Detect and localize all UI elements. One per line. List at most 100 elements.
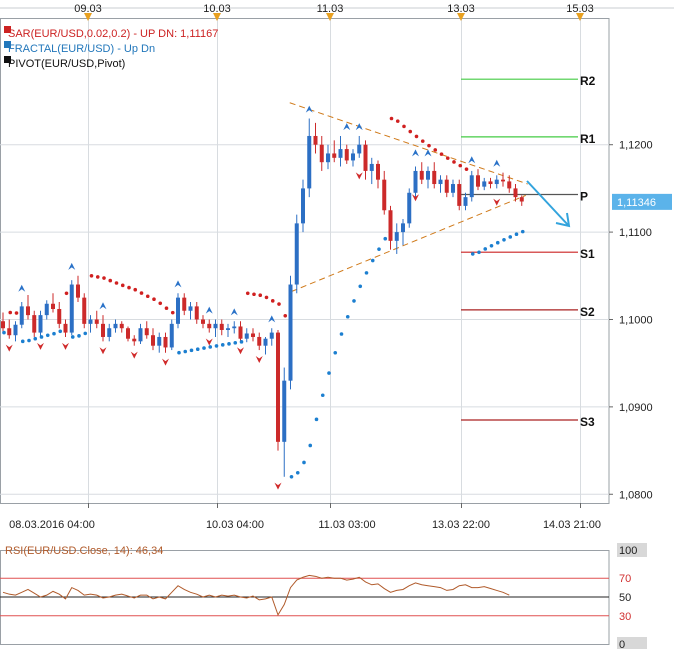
sar-dot	[64, 291, 69, 296]
sar-dot	[514, 232, 519, 237]
legend-entry: FRACTAL(EUR/USD) - Up Dn	[8, 43, 155, 55]
sar-dot	[227, 342, 231, 346]
sar-dot	[233, 341, 238, 345]
price-chart: R2 R1 P S1 S2 S3 1,0800 1,0900 1,1000 1,1100 1,12…	[0, 0, 674, 649]
candle-body	[494, 179, 499, 185]
sar-dot	[445, 156, 450, 160]
candle-body	[344, 149, 349, 161]
sar-dot	[452, 160, 456, 164]
sar-dot	[102, 276, 106, 280]
candle-body	[438, 179, 443, 185]
bottom-date-label: 14.03 21:00	[543, 519, 601, 531]
sar-dot	[483, 247, 488, 251]
sar-dot	[470, 252, 475, 256]
sar-dot	[314, 417, 319, 422]
candle-body	[57, 309, 62, 324]
bottom-date-label: 13.03 22:00	[432, 519, 490, 531]
candle-body	[501, 179, 505, 182]
sar-dot	[364, 271, 369, 275]
sar-dot	[402, 124, 406, 129]
candle-body	[488, 181, 493, 185]
candle-body	[226, 328, 230, 330]
candle-body	[169, 323, 174, 348]
sar-dot	[2, 330, 6, 335]
candle-body	[426, 170, 430, 180]
candle-body	[113, 323, 118, 329]
candle-body	[238, 326, 243, 339]
candle-body	[7, 328, 12, 336]
sar-dot	[258, 293, 263, 298]
sar-dot	[489, 243, 494, 248]
candle-body	[251, 333, 255, 337]
legend-entry: PIVOT(EUR/USD,Pivot)	[8, 58, 125, 70]
candle-body	[257, 336, 262, 346]
rsi-title: RSI(EUR/USD.Close, 14): 46,34	[5, 545, 163, 557]
candle-body	[282, 380, 287, 442]
sar-dot	[420, 139, 425, 143]
bottom-date-label: 11.03 03:00	[318, 519, 375, 531]
candle-body	[163, 336, 168, 348]
candle-body	[432, 170, 437, 185]
candle-body	[63, 323, 68, 333]
sar-dot	[377, 247, 381, 251]
candle-body	[144, 328, 149, 336]
sar-dot	[127, 285, 131, 290]
last-price-label: 1,11346	[617, 197, 656, 209]
candle-body	[394, 232, 399, 241]
candle-body	[107, 328, 112, 337]
candle-body	[294, 223, 299, 285]
sar-dot	[370, 258, 375, 263]
candle-body	[194, 306, 199, 320]
y-tick-label: 1,0800	[619, 489, 653, 501]
y-tick-label: 1,1000	[619, 314, 653, 326]
sar-dot	[14, 311, 19, 315]
sar-dot	[333, 350, 338, 355]
rsi-tick-label: 0	[619, 639, 625, 649]
candle-body	[38, 315, 43, 333]
sar-dot	[502, 237, 506, 242]
sar-dot	[133, 287, 138, 292]
candle-body	[219, 323, 224, 330]
sar-dot	[220, 343, 225, 347]
sar-dot	[383, 236, 388, 241]
sar-dot	[89, 273, 94, 278]
sar-dot	[464, 167, 469, 171]
candle-body	[513, 188, 518, 198]
candle-body	[201, 319, 205, 324]
candle-body	[101, 323, 105, 337]
candle-body	[451, 184, 455, 193]
candle-body	[138, 328, 143, 342]
y-tick-label: 1,1200	[619, 140, 653, 152]
sar-dot	[352, 299, 356, 303]
sar-dot	[70, 335, 75, 339]
candle-body	[263, 338, 268, 346]
sar-dot	[395, 119, 400, 123]
candle-body	[301, 188, 305, 224]
sar-dot	[8, 310, 13, 315]
sar-dot	[214, 344, 219, 348]
candle-body	[476, 175, 480, 187]
sar-dot	[183, 349, 188, 354]
candle-body	[351, 153, 355, 161]
rsi-tick-label: 50	[619, 592, 631, 604]
bottom-date-label: 08.03.2016 04:00	[9, 519, 95, 531]
candle-body	[307, 135, 312, 189]
legend-entry: SAR(EUR/USD,0.02,0.2) - UP DN: 1,11167	[8, 28, 218, 40]
sar-dot	[264, 295, 269, 300]
sar-dot	[145, 294, 150, 299]
candle-body	[1, 321, 5, 329]
sar-dot	[283, 313, 288, 318]
sar-dot	[239, 340, 244, 344]
candle-body	[94, 319, 99, 324]
candle-body	[276, 332, 280, 442]
sar-dot	[270, 299, 275, 303]
candle-body	[469, 175, 474, 198]
sar-dot	[458, 163, 463, 168]
candle-body	[319, 144, 324, 163]
sar-dot	[320, 393, 325, 398]
candle-body	[357, 144, 362, 154]
candle-body	[482, 181, 487, 187]
sar-dot	[208, 345, 213, 349]
sar-dot	[389, 116, 394, 121]
sar-dot	[152, 297, 156, 302]
